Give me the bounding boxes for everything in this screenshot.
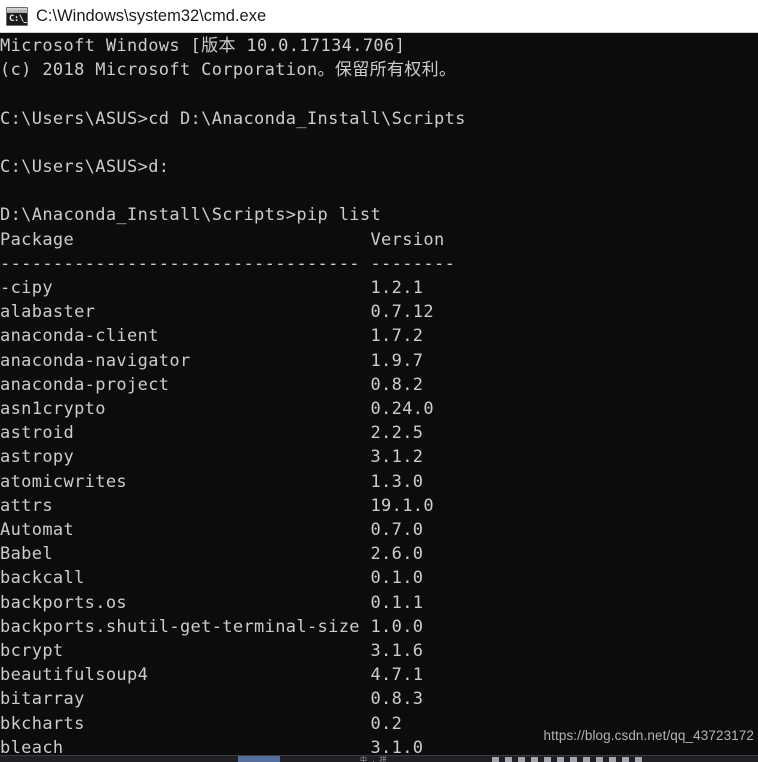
taskbar-ime-indicator[interactable]: 中 , 拼 <box>360 757 387 762</box>
icon-prompt-glyph: C:\_ <box>9 13 28 24</box>
taskbar-tray-icons[interactable] <box>492 757 642 762</box>
watermark-url: https://blog.csdn.net/qq_43723172 <box>543 728 754 743</box>
taskbar[interactable]: 中 , 拼 <box>0 755 758 762</box>
taskbar-active-window-button[interactable] <box>238 756 280 762</box>
window-titlebar[interactable]: ··· C:\_ C:\Windows\system32\cmd.exe <box>0 0 758 33</box>
cmd-console-icon: ··· C:\_ <box>6 6 28 26</box>
cmd-window: ··· C:\_ C:\Windows\system32\cmd.exe Mic… <box>0 0 758 762</box>
icon-window-buttons: ··· <box>17 7 26 13</box>
window-title: C:\Windows\system32\cmd.exe <box>36 7 267 25</box>
console-text: Microsoft Windows [版本 10.0.17134.706] (c… <box>0 36 466 755</box>
console-output-area[interactable]: Microsoft Windows [版本 10.0.17134.706] (c… <box>0 33 758 755</box>
